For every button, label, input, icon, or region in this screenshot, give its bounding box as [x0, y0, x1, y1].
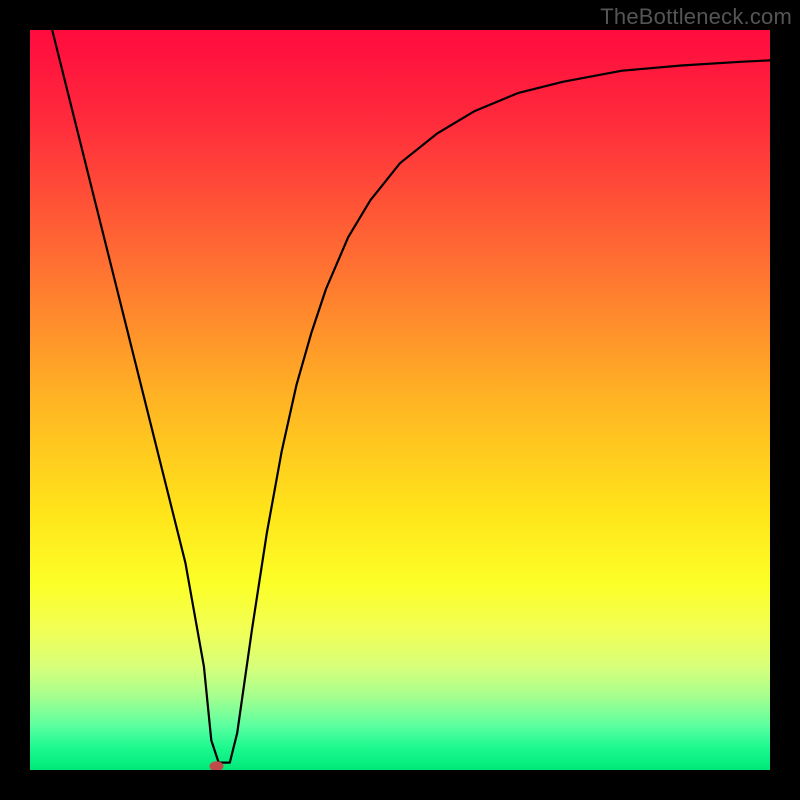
gradient-background [30, 30, 770, 770]
chart-svg [30, 30, 770, 770]
watermark-text: TheBottleneck.com [600, 4, 792, 30]
plot-frame: TheBottleneck.com [0, 0, 800, 800]
plot-area [30, 30, 770, 770]
